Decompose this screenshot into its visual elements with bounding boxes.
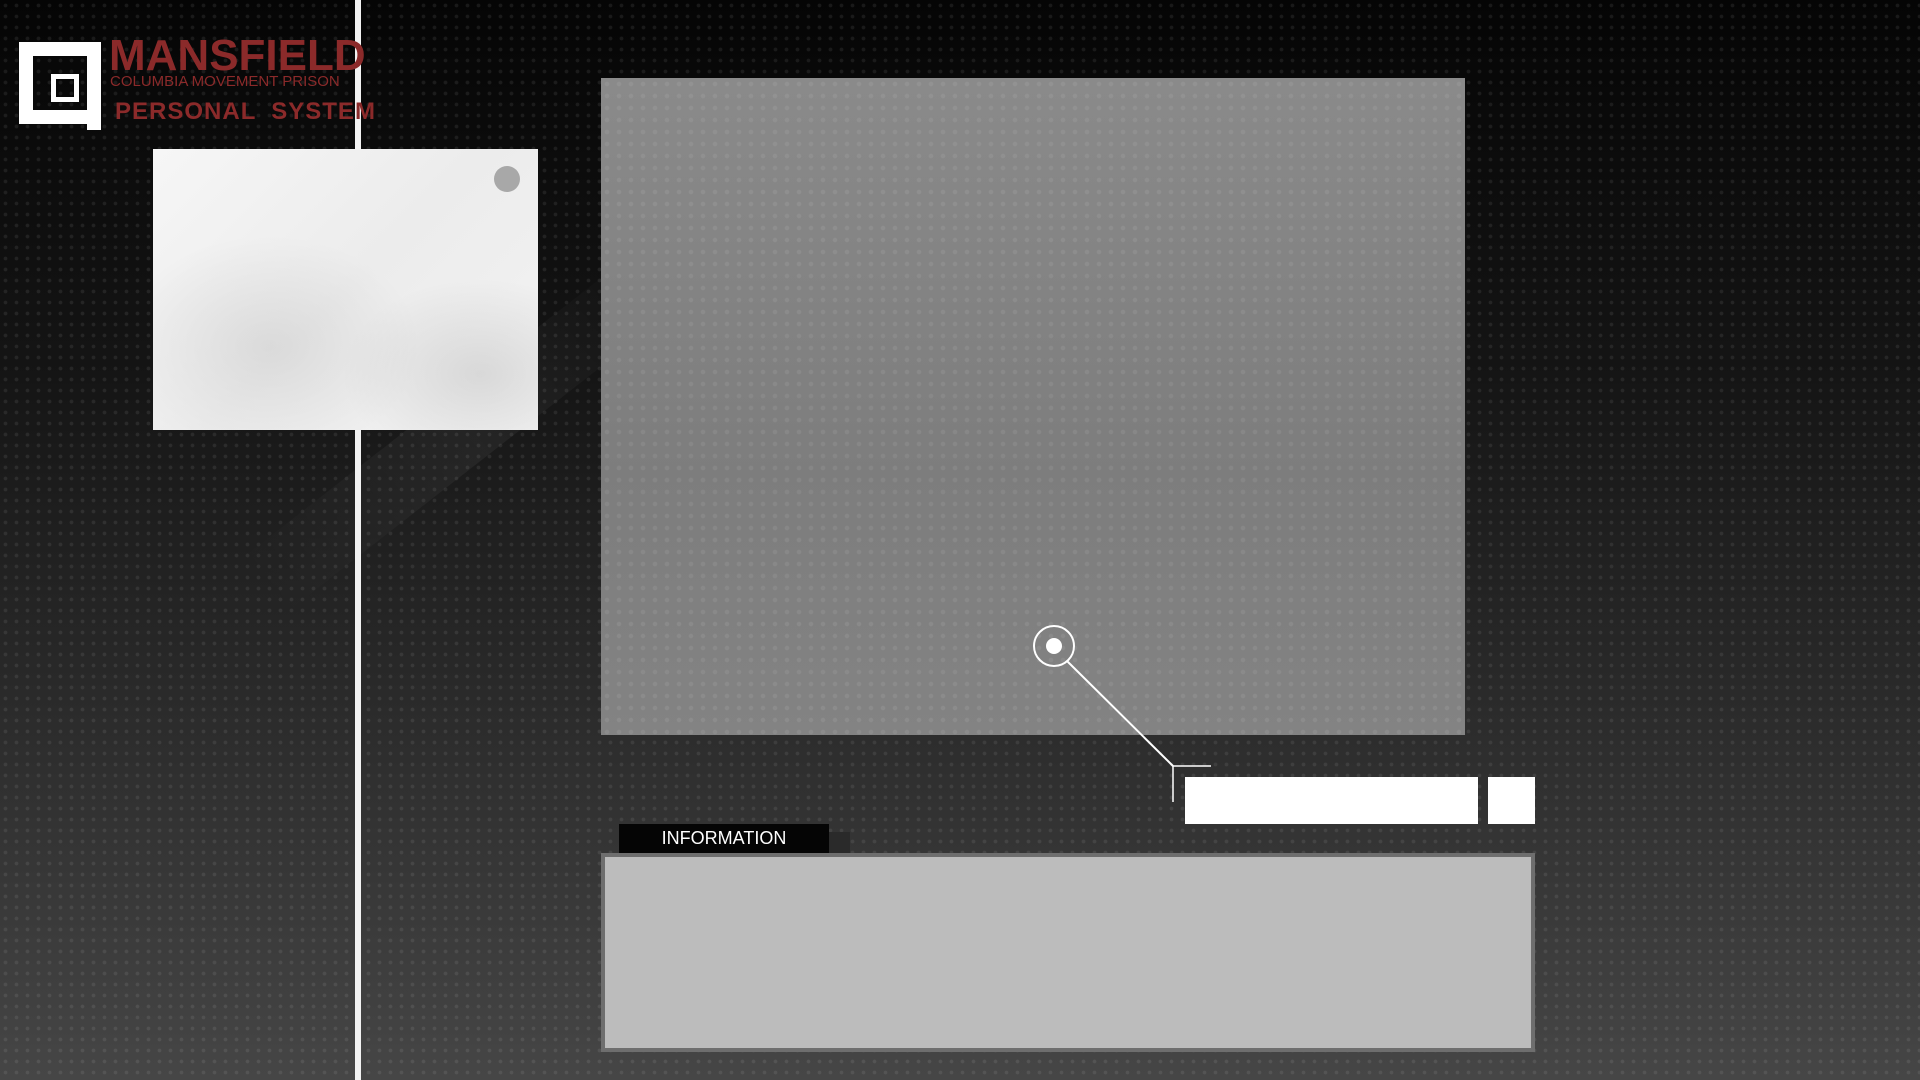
circle-dot-icon <box>494 166 520 192</box>
information-tab[interactable]: INFORMATION <box>619 824 829 853</box>
logo-system: PERSONAL SYSTEM <box>115 98 376 125</box>
logo-mark-inner <box>51 74 79 102</box>
name-field[interactable] <box>1185 777 1478 824</box>
main-display-panel[interactable] <box>601 78 1465 735</box>
small-field[interactable] <box>1488 777 1535 824</box>
portrait-card[interactable] <box>153 149 538 430</box>
logo-subtitle: COLUMBIA MOVEMENT PRISON <box>110 73 340 90</box>
main-panel-texture <box>601 78 1465 735</box>
mansfield-logo: MANSFIELD COLUMBIA MOVEMENT PRISON PERSO… <box>19 32 375 132</box>
information-panel[interactable] <box>601 853 1535 1052</box>
logo-mark-notch <box>87 104 101 130</box>
